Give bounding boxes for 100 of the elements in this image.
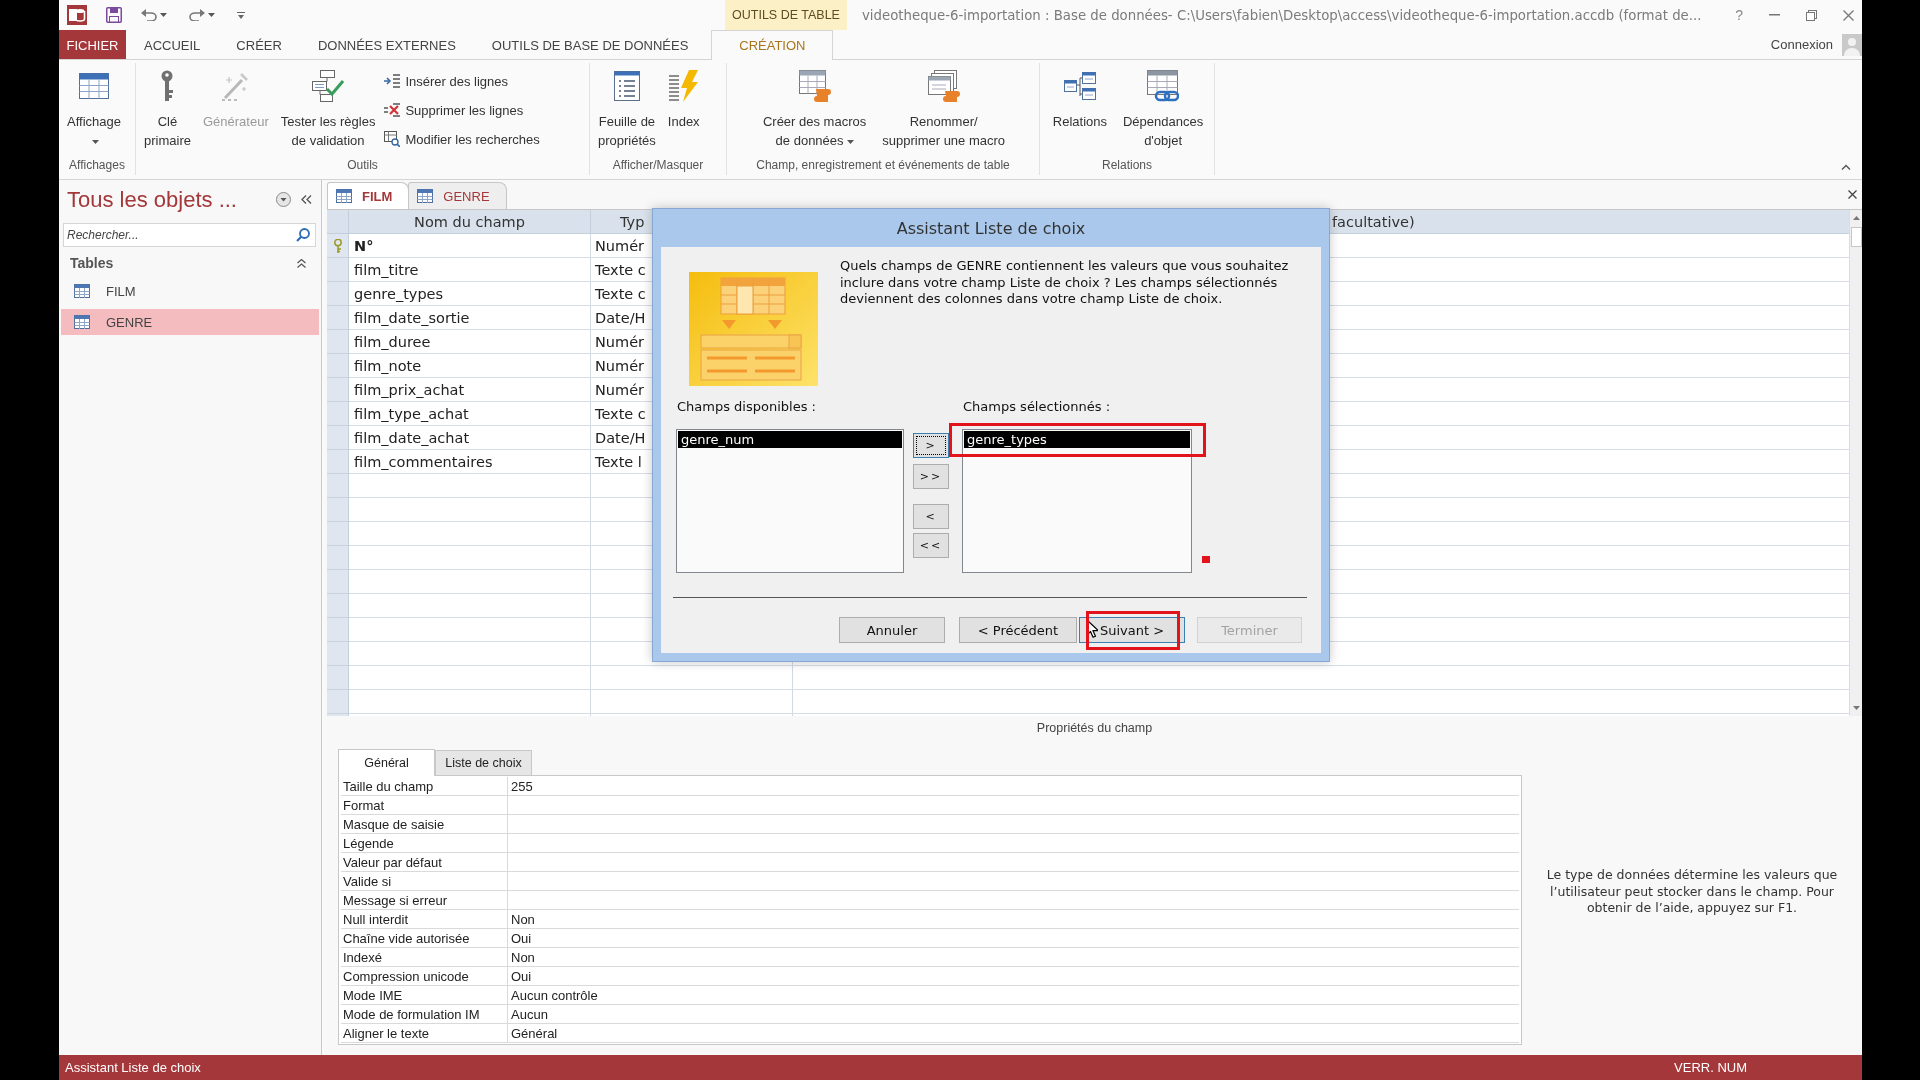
data-type: Numér [595, 358, 645, 374]
property-label: Message si erreur [341, 891, 508, 909]
dialog-button[interactable]: Suivant > [1079, 617, 1185, 643]
group-label: Champ, enregistrement et événements de table [755, 157, 1011, 174]
ribbon-button[interactable]: Créer des macros de données [756, 63, 873, 155]
scroll-down-icon[interactable] [1852, 706, 1860, 710]
context-tab-label: OUTILS DE TABLE [725, 0, 847, 30]
minimize-icon[interactable] [1769, 14, 1780, 16]
ribbon-button[interactable]: Insérer des lignes [381, 69, 543, 93]
scroll-up-icon[interactable] [1852, 216, 1860, 220]
ribbon-button[interactable]: Index [661, 63, 706, 155]
customize-icon[interactable] [237, 11, 245, 19]
property-label: Mode de formulation IM [341, 1005, 508, 1023]
group-label: Outils [346, 157, 379, 174]
ribbon-button[interactable]: Clé primaire [138, 63, 197, 155]
ribbon-tab[interactable]: OUTILS DE BASE DE DONNÉES [473, 30, 707, 59]
property-label: Masque de saisie [341, 815, 508, 833]
group-header[interactable]: Tables [70, 255, 114, 271]
field-name: N° [354, 238, 374, 254]
table-grid-icon [79, 73, 109, 99]
ribbon-button[interactable]: Feuille de propriétés [592, 63, 662, 155]
pane-title[interactable]: Tous les objets ... [67, 186, 237, 213]
table-link-icon [1147, 70, 1180, 102]
close-icon[interactable] [1848, 190, 1857, 199]
collapse-ribbon-icon[interactable] [1841, 164, 1851, 170]
property-value-field[interactable]: Oui [508, 929, 1519, 947]
data-type: Texte c [595, 286, 646, 302]
field-name: film_date_sortie [354, 310, 470, 326]
property-label: Indexé [341, 948, 508, 966]
ribbon-button[interactable]: Modifier les recherches [381, 127, 543, 151]
sign-in-link[interactable]: Connexion [1770, 37, 1833, 52]
data-type: Texte c [595, 406, 646, 422]
dialog-button[interactable]: < Précédent [959, 617, 1077, 643]
property-label: Null interdit [341, 910, 508, 928]
list-box[interactable]: genre_num [676, 429, 904, 573]
property-label: Chaîne vide autorisée [341, 929, 508, 947]
data-type: Date/H [595, 310, 646, 326]
ribbon-button[interactable]: Relations [1046, 63, 1113, 155]
document-tab[interactable]: GENRE [408, 182, 507, 209]
close-icon[interactable] [1843, 9, 1854, 21]
property-tab[interactable]: Liste de choix [435, 750, 532, 775]
property-value-field[interactable]: Aucun [508, 1005, 1519, 1023]
vertical-scrollbar[interactable] [1849, 210, 1862, 716]
property-value-field[interactable]: 255 [508, 777, 1519, 795]
caret-icon [160, 13, 167, 17]
table-scroll-icon [798, 70, 831, 102]
windows-scroll-icon [927, 70, 960, 102]
move-button[interactable]: > [913, 433, 949, 458]
property-value-field[interactable]: Oui [508, 967, 1519, 985]
property-value-field[interactable]: Aucun contrôle [508, 986, 1519, 1004]
property-label: Format [341, 796, 508, 814]
property-value-field[interactable]: Non [508, 948, 1519, 966]
move-button[interactable]: << [913, 533, 949, 558]
nav-item[interactable]: FILM [61, 278, 319, 304]
ribbon-button[interactable]: Supprimer les lignes [381, 98, 543, 122]
list-box[interactable]: genre_types [962, 429, 1192, 573]
save-icon[interactable] [106, 7, 122, 23]
ribbon-tab[interactable]: CRÉER [218, 30, 300, 59]
undo-icon[interactable] [141, 9, 157, 21]
property-value-field[interactable]: Non [508, 910, 1519, 928]
property-label: Taille du champ [341, 777, 508, 795]
ribbon-tab[interactable]: CRÉATION [711, 30, 834, 60]
dialog-button[interactable]: Annuler [839, 617, 945, 643]
property-value-field[interactable]: Général [508, 1024, 1519, 1042]
status-text: Assistant Liste de choix [65, 1060, 201, 1075]
data-type: Texte c [595, 262, 646, 278]
table-icon [74, 315, 90, 329]
redo-icon[interactable] [189, 9, 205, 21]
search-field[interactable]: Rechercher... [63, 223, 316, 247]
ribbon-tab[interactable]: ACCUEIL [126, 30, 219, 59]
table-search-icon [384, 131, 401, 147]
window-title: videotheque-6-importation : Base de données- C:\Users\fabien\Desktop\access\videotheque-6-importation.accdb (format de... [861, 7, 1703, 23]
list-item[interactable]: genre_types [964, 431, 1190, 448]
group-label: Affichages [68, 157, 126, 174]
collapse-group-icon[interactable] [297, 258, 306, 268]
scroll-thumb[interactable] [1850, 227, 1862, 247]
table-icon [74, 284, 90, 298]
move-button[interactable]: >> [913, 464, 949, 489]
ribbon-button[interactable]: Dépendances d'objet [1117, 63, 1210, 155]
dropdown-icon[interactable] [276, 192, 291, 207]
document-tab[interactable]: FILM [327, 182, 410, 209]
insert-rows-icon [384, 74, 401, 88]
collapse-pane-icon[interactable] [301, 195, 312, 204]
field-name: film_duree [354, 334, 431, 350]
search-icon[interactable] [296, 228, 310, 242]
ribbon-tab[interactable]: FICHIER [59, 30, 126, 59]
move-button[interactable]: < [913, 504, 949, 529]
list-item[interactable]: genre_num [678, 431, 902, 448]
column-header: Typ [620, 213, 645, 230]
dialog-title: Assistant Liste de choix [896, 218, 1086, 238]
ribbon-button[interactable]: Tester les règles de validation [274, 63, 382, 155]
field-name: film_commentaires [354, 454, 493, 470]
ribbon-button[interactable]: Renommer/ supprimer une macro [876, 63, 1012, 155]
property-tab[interactable]: Général [338, 749, 435, 776]
nav-item[interactable]: GENRE [61, 309, 319, 335]
ribbon-tab[interactable]: DONNÉES EXTERNES [299, 30, 474, 59]
help-button[interactable]: ? [1735, 7, 1743, 23]
linked-tables-icon [1063, 72, 1096, 100]
ribbon-button[interactable]: Affichage [61, 63, 127, 155]
restore-icon[interactable] [1806, 9, 1817, 21]
